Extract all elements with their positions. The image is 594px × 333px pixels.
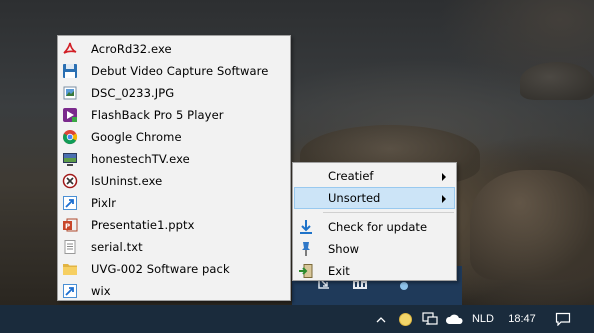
input-language-indicator[interactable]: NLD xyxy=(468,305,498,333)
menu-item-label: Google Chrome xyxy=(91,130,182,144)
menu-item-exit[interactable]: Exit xyxy=(294,260,455,282)
menu-item-check-for-update[interactable]: Check for update xyxy=(294,216,455,238)
menu-item-label: Presentatie1.pptx xyxy=(91,218,195,232)
cloud-icon xyxy=(445,314,463,324)
menu-item-serial-txt[interactable]: serial.txt xyxy=(58,236,290,258)
menu-item-label: Exit xyxy=(328,264,350,278)
taskbar: NLD 18:47 xyxy=(0,305,594,333)
uninstaller-icon xyxy=(62,173,78,189)
menu-item-label: Pixlr xyxy=(91,196,117,210)
notification-icon xyxy=(555,312,571,326)
menu-item-label: UVG-002 Software pack xyxy=(91,262,230,276)
menu-item-dsc-0233-jpg[interactable]: DSC_0233.JPG xyxy=(58,82,290,104)
show-hidden-icons-button[interactable] xyxy=(372,305,390,333)
menu-item-unsorted[interactable]: Unsorted xyxy=(294,187,455,209)
unsorted-submenu: AcroRd32.exe Debut Video Capture Softwar… xyxy=(57,35,291,301)
menu-item-label: Debut Video Capture Software xyxy=(91,64,269,78)
menu-item-creatief[interactable]: Creatief xyxy=(294,165,455,187)
acrobat-reader-icon xyxy=(63,42,77,54)
menu-item-label: FlashBack Pro 5 Player xyxy=(91,108,224,122)
submenu-arrow-icon xyxy=(442,195,446,203)
folder-icon xyxy=(63,264,77,275)
floppy-disk-icon xyxy=(63,64,77,78)
shortcut-icon xyxy=(63,196,77,210)
menu-item-label: serial.txt xyxy=(91,240,143,254)
tray-context-menu: Creatief Unsorted Check for update Show … xyxy=(292,162,457,281)
menu-item-honestechtv[interactable]: honestechTV.exe xyxy=(58,148,290,170)
clock[interactable]: 18:47 xyxy=(504,305,540,333)
menu-item-label: Show xyxy=(328,242,360,256)
menu-item-label: Unsorted xyxy=(328,191,381,205)
download-arrow-icon xyxy=(300,220,312,234)
menu-item-label: IsUninst.exe xyxy=(91,174,163,188)
menu-item-debut-video-capture[interactable]: Debut Video Capture Software xyxy=(58,60,290,82)
menu-item-wix[interactable]: wix xyxy=(58,280,290,302)
menu-item-google-chrome[interactable]: Google Chrome xyxy=(58,126,290,148)
menu-item-show[interactable]: Show xyxy=(294,238,455,260)
network-icon xyxy=(422,312,438,325)
menu-item-uvg-002-software-pack[interactable]: UVG-002 Software pack xyxy=(58,258,290,280)
svg-text:P: P xyxy=(65,223,70,231)
menu-separator xyxy=(323,212,454,213)
pin-icon xyxy=(302,242,310,256)
action-center-button[interactable] xyxy=(553,305,573,333)
menu-item-label: wix xyxy=(91,284,111,298)
chrome-icon xyxy=(62,130,78,145)
text-file-icon xyxy=(64,240,76,254)
menu-item-label: Check for update xyxy=(328,220,428,234)
network-button[interactable] xyxy=(420,305,440,333)
menu-item-isuninst[interactable]: IsUninst.exe xyxy=(58,170,290,192)
menu-item-acrord32[interactable]: AcroRd32.exe xyxy=(58,38,290,60)
menu-item-pixlr[interactable]: Pixlr xyxy=(58,192,290,214)
menu-item-label: AcroRd32.exe xyxy=(91,42,172,56)
background-rock xyxy=(520,62,594,100)
exit-icon xyxy=(299,264,313,278)
image-file-icon xyxy=(63,86,77,100)
menu-item-label: honestechTV.exe xyxy=(91,152,190,166)
menu-item-flashback-player[interactable]: FlashBack Pro 5 Player xyxy=(58,104,290,126)
shortcut-icon xyxy=(63,284,77,298)
flashback-player-icon xyxy=(63,108,77,122)
menu-item-presentatie1-pptx[interactable]: P Presentatie1.pptx xyxy=(58,214,290,236)
sun-icon xyxy=(398,312,412,326)
menu-item-label: DSC_0233.JPG xyxy=(91,86,175,100)
submenu-arrow-icon xyxy=(442,173,446,181)
background-rock xyxy=(470,170,594,280)
tv-app-icon xyxy=(63,153,77,166)
weather-tray-button[interactable] xyxy=(396,305,414,333)
menu-item-label: Creatief xyxy=(328,169,374,183)
powerpoint-file-icon: P xyxy=(63,218,78,232)
chevron-up-icon xyxy=(376,316,386,322)
onedrive-button[interactable] xyxy=(444,305,464,333)
